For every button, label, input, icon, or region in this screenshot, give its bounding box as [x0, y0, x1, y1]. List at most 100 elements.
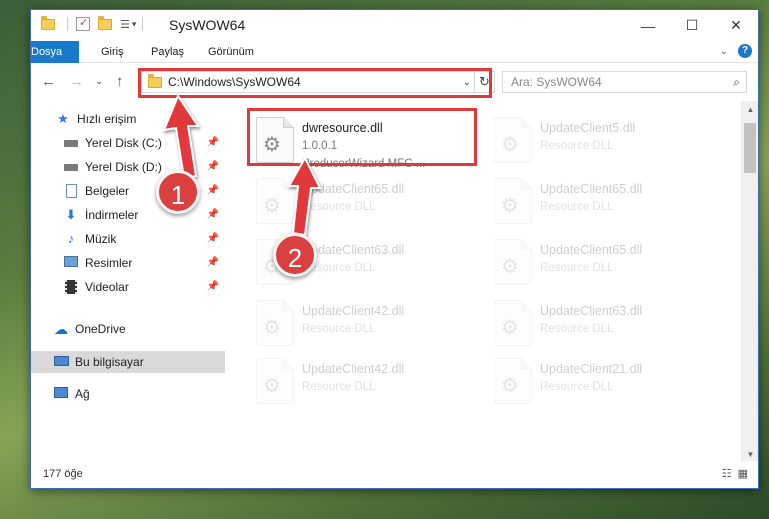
file-item[interactable]: ⚙ UpdateClient42.dll Resource DLL [248, 296, 476, 352]
sidebar-item-disk-d[interactable]: Yerel Disk (D:) 📌 [31, 156, 225, 178]
pin-icon[interactable]: 📌 [207, 233, 219, 244]
scroll-thumb[interactable] [744, 123, 756, 173]
recent-locations-button[interactable]: ⌄ [95, 76, 103, 87]
help-icon[interactable]: ? [738, 44, 752, 58]
forward-button[interactable]: → [69, 73, 84, 90]
chevron-down-icon[interactable]: ▾ [132, 19, 137, 30]
documents-icon [63, 184, 79, 198]
address-highlight-box [138, 68, 492, 98]
dll-file-icon: ⚙ [256, 300, 294, 346]
sidebar-item-quick-access[interactable]: ★ Hızlı erişim [31, 108, 225, 130]
sidebar-item-label: Yerel Disk (C:) [85, 136, 162, 150]
large-icons-view-icon[interactable]: ▦ [738, 467, 748, 480]
file-name: UpdateClient63.dll [302, 243, 405, 257]
file-name: UpdateClient63.dll [540, 304, 643, 318]
maximize-button[interactable]: ☐ [670, 10, 714, 41]
file-description: Resource DLL [302, 201, 376, 213]
pin-icon[interactable]: 📌 [207, 281, 219, 292]
sidebar-item-onedrive[interactable]: ☁ OneDrive [31, 318, 225, 340]
file-item[interactable]: ⚙ UpdateClient65.dll Resource DLL [486, 235, 714, 291]
up-button[interactable]: ↑ [116, 73, 124, 90]
folder-icon [41, 15, 55, 30]
pin-icon[interactable]: 📌 [207, 185, 219, 196]
cloud-icon: ☁ [54, 321, 68, 337]
explorer-window: ✓ ☰ ▾ SysWOW64 — ☐ ✕ Dosya Giriş Paylaş … [30, 9, 759, 489]
pin-icon[interactable]: 📌 [207, 209, 219, 220]
gear-icon: ⚙ [263, 317, 281, 339]
dll-file-icon: ⚙ [494, 117, 532, 163]
drive-icon [63, 136, 79, 150]
file-highlight-box [247, 108, 477, 166]
sidebar-item-network[interactable]: Ağ [31, 383, 225, 405]
sidebar-item-music[interactable]: ♪ Müzik 📌 [31, 228, 225, 250]
dll-file-icon: ⚙ [494, 300, 532, 346]
back-button[interactable]: ← [41, 73, 56, 90]
file-item[interactable]: ⚙ UpdateClient21.dll Resource DLL [486, 354, 714, 410]
file-name: UpdateClient42.dll [302, 304, 405, 318]
file-item[interactable]: ⚙ UpdateClient5.dll Resource DLL [486, 113, 714, 169]
file-item[interactable]: ⚙ UpdateClient65.dll Resource DLL [486, 174, 714, 230]
dll-file-icon: ⚙ [494, 358, 532, 404]
gear-icon: ⚙ [263, 375, 281, 397]
gear-icon: ⚙ [263, 195, 281, 217]
sidebar-item-downloads[interactable]: ⬇ İndirmeler 📌 [31, 204, 225, 226]
separator [67, 17, 68, 31]
file-item[interactable]: ⚙ UpdateClient65.dll Resource DLL [248, 174, 476, 230]
file-item[interactable]: ⚙ UpdateClient42.dll Resource DLL [248, 354, 476, 410]
quick-access-toolbar: ✓ ☰ ▾ [41, 15, 144, 31]
dll-file-icon: ⚙ [494, 239, 532, 285]
window-controls: — ☐ ✕ [626, 10, 758, 41]
search-icon[interactable]: ⌕ [733, 75, 740, 90]
pin-icon[interactable]: 📌 [207, 257, 219, 268]
sidebar-item-videos[interactable]: Videolar 📌 [31, 276, 225, 298]
close-button[interactable]: ✕ [714, 10, 758, 41]
sidebar-item-pictures[interactable]: Resimler 📌 [31, 252, 225, 274]
tab-share[interactable]: Paylaş [151, 41, 184, 63]
tab-home[interactable]: Giriş [101, 41, 124, 63]
customize-icon[interactable]: ☰ [120, 18, 130, 31]
file-description: Resource DLL [302, 323, 376, 335]
network-icon [53, 387, 69, 401]
sidebar-item-disk-c[interactable]: Yerel Disk (C:) 📌 [31, 132, 225, 154]
file-description: Resource DLL [540, 201, 614, 213]
sidebar-item-label: Yerel Disk (D:) [85, 160, 162, 174]
drive-icon [63, 160, 79, 174]
expand-ribbon-icon[interactable]: ⌄ [720, 46, 728, 57]
gear-icon: ⚙ [501, 134, 519, 156]
new-folder-icon[interactable] [98, 15, 112, 30]
properties-icon[interactable]: ✓ [76, 17, 90, 31]
gear-icon: ⚙ [501, 317, 519, 339]
file-name: UpdateClient21.dll [540, 362, 643, 376]
gear-icon: ⚙ [501, 256, 519, 278]
navigation-pane: ★ Hızlı erişim Yerel Disk (C:) 📌 Yerel D… [31, 101, 227, 463]
sidebar-item-label: Belgeler [85, 184, 130, 198]
search-placeholder: Ara: SysWOW64 [511, 75, 602, 89]
tab-view[interactable]: Görünüm [208, 41, 254, 63]
pin-icon[interactable]: 📌 [207, 137, 219, 148]
file-name: UpdateClient42.dll [302, 362, 405, 376]
dll-file-icon: ⚙ [494, 178, 532, 224]
pin-icon[interactable]: 📌 [207, 161, 219, 172]
minimize-button[interactable]: — [626, 10, 670, 41]
file-name: UpdateClient65.dll [302, 182, 405, 196]
pictures-icon [63, 256, 79, 270]
title-bar: ✓ ☰ ▾ SysWOW64 — ☐ ✕ [31, 10, 758, 41]
file-item[interactable]: ⚙ UpdateClient63.dll Resource DLL [486, 296, 714, 352]
video-icon [63, 280, 79, 294]
details-view-icon[interactable]: ☷ [722, 467, 732, 480]
sidebar-item-label: Hızlı erişim [77, 112, 137, 126]
computer-icon [53, 355, 69, 369]
item-count: 177 öğe [43, 468, 83, 480]
search-input[interactable]: Ara: SysWOW64 ⌕ [502, 71, 747, 93]
sidebar-item-label: Ağ [75, 387, 90, 401]
file-description: Resource DLL [540, 381, 614, 393]
gear-icon: ⚙ [501, 375, 519, 397]
file-description: Resource DLL [540, 140, 614, 152]
file-name: UpdateClient5.dll [540, 121, 636, 135]
file-description: Resource DLL [540, 323, 614, 335]
scroll-up-icon[interactable]: ▲ [742, 101, 759, 118]
sidebar-item-label: Bu bilgisayar [75, 355, 144, 369]
vertical-scrollbar[interactable]: ▲ ▼ [741, 101, 758, 463]
window-title: SysWOW64 [169, 17, 246, 33]
sidebar-item-this-pc[interactable]: Bu bilgisayar [31, 351, 225, 373]
